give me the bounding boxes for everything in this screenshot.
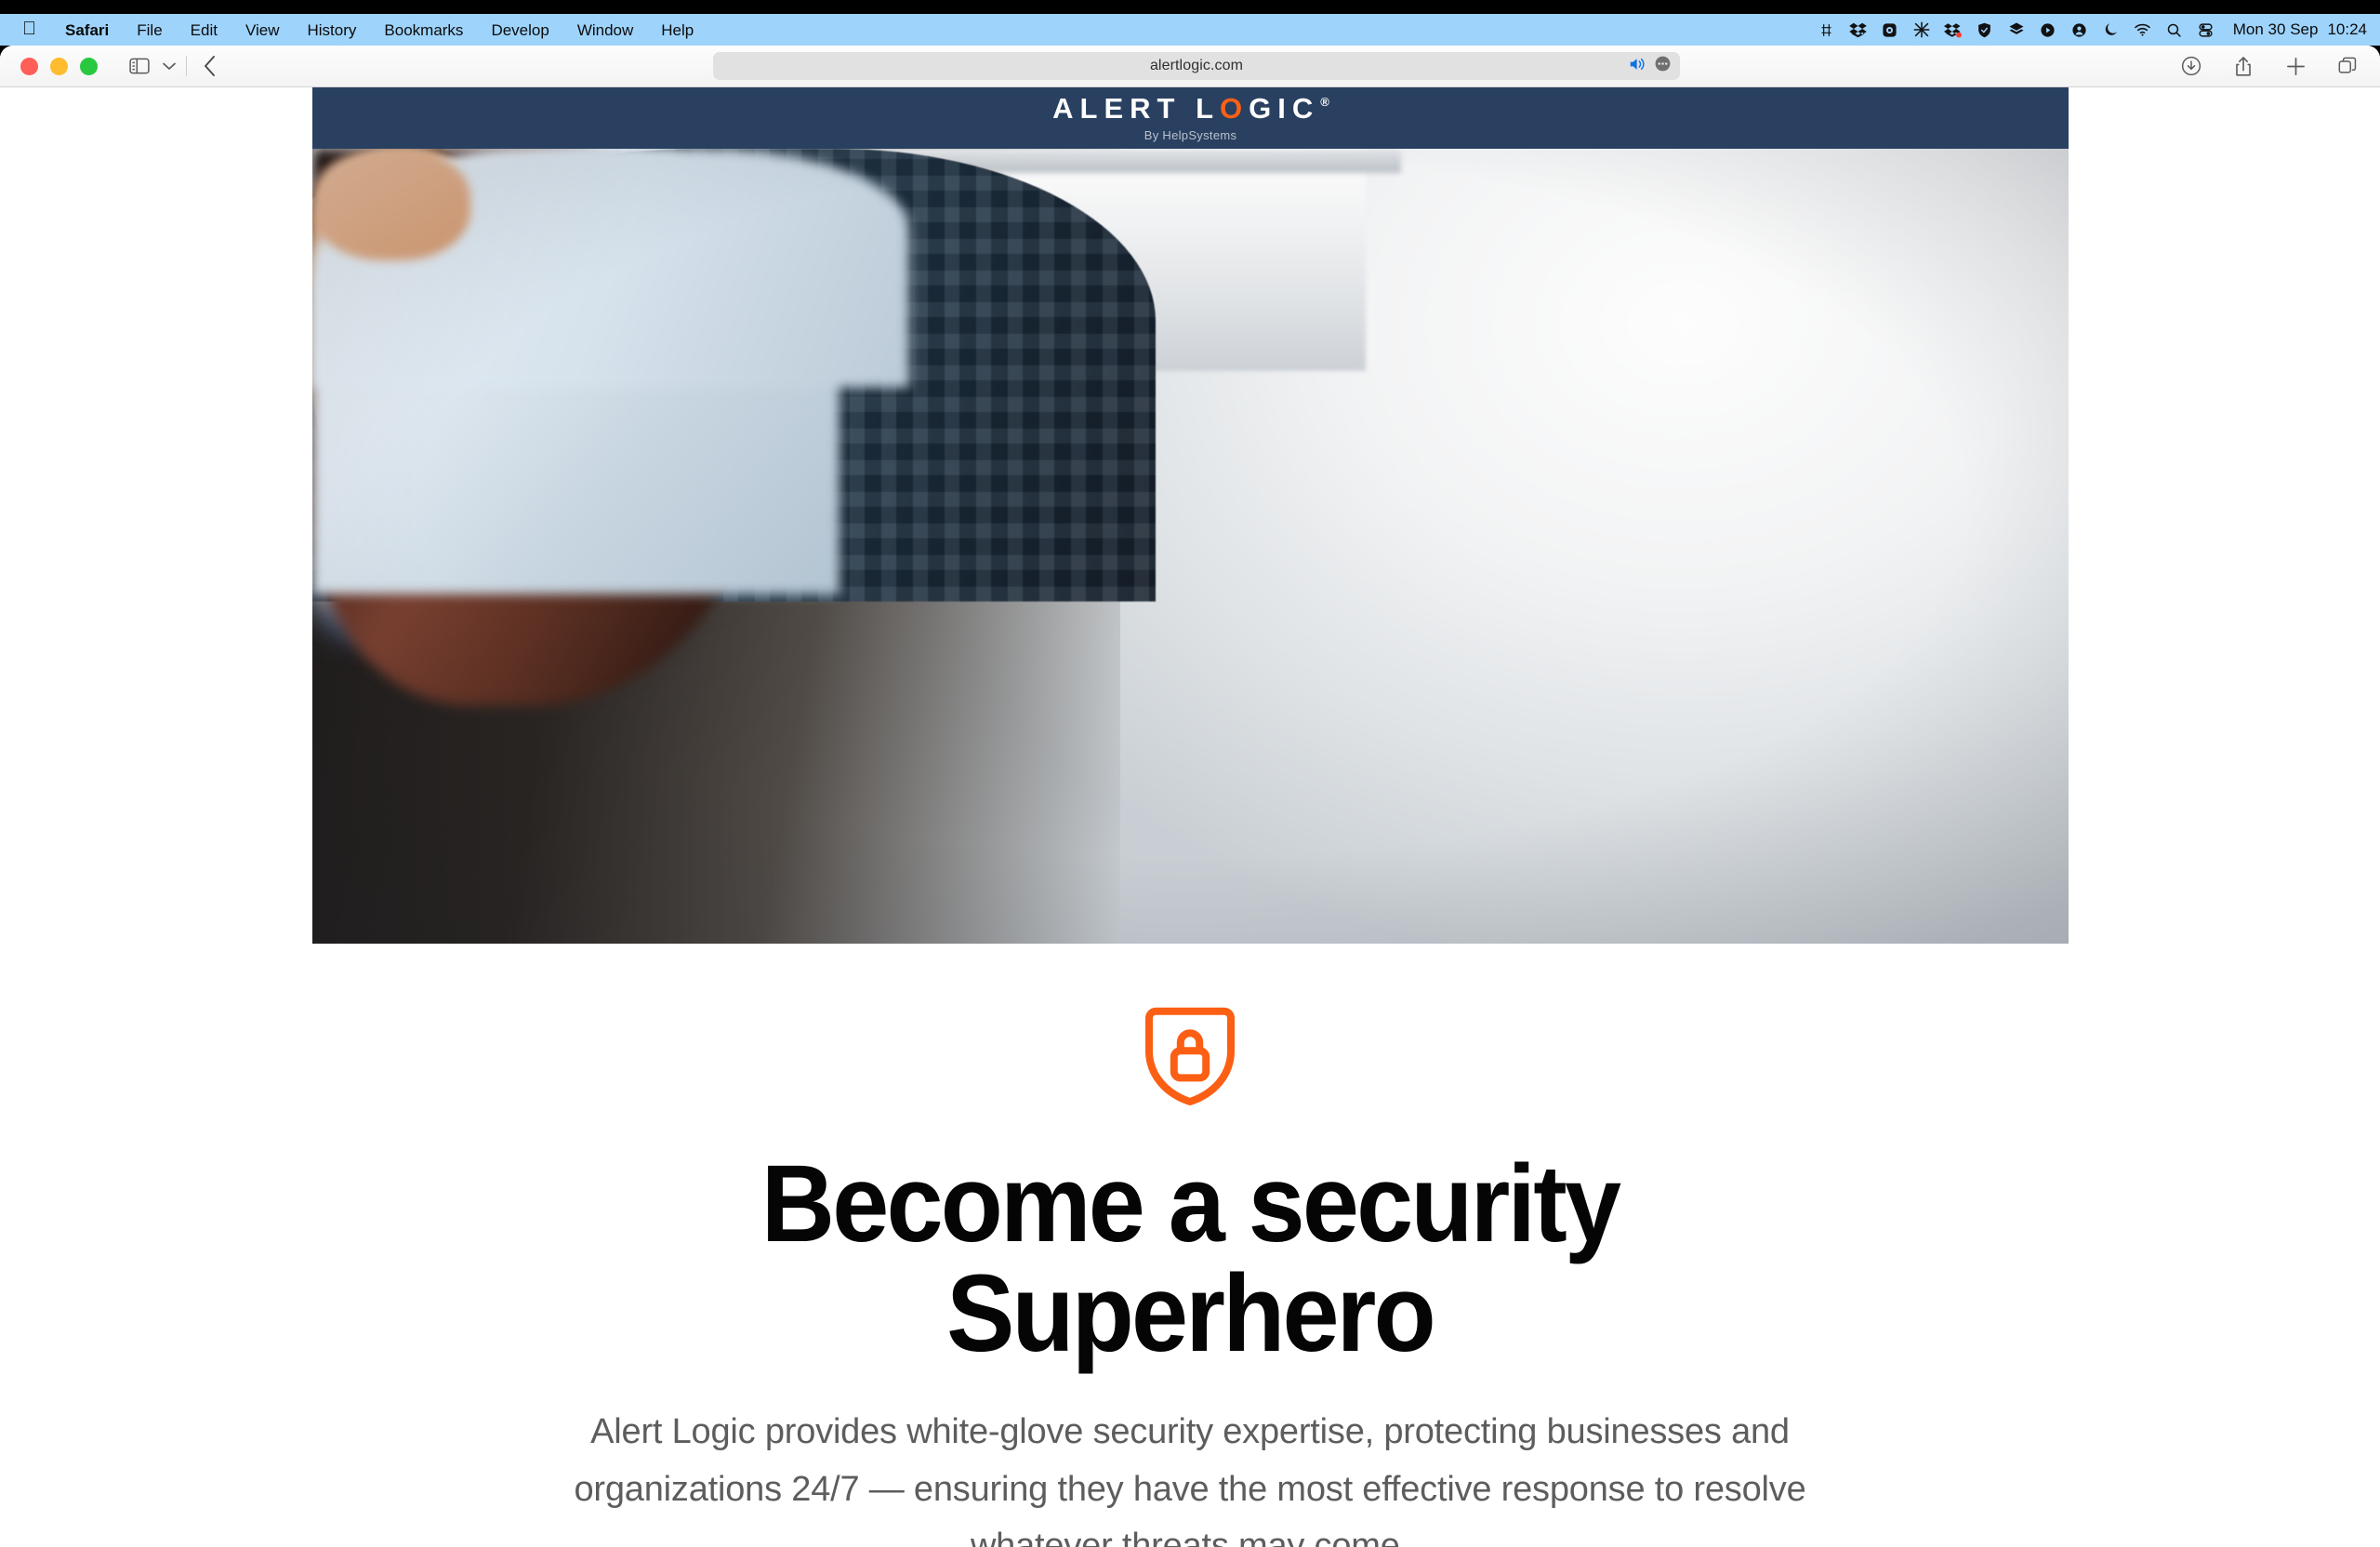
menu-bar-status-items: Mon 30 Sep 10:24 bbox=[1811, 18, 2367, 42]
menu-item-view[interactable]: View bbox=[231, 22, 294, 38]
headline-line-2: Superhero bbox=[946, 1252, 1435, 1375]
site-header: ALERT L O GIC ® By HelpSystems bbox=[312, 87, 2069, 149]
shortcuts-icon[interactable] bbox=[1811, 18, 1843, 42]
spotlight-search-icon[interactable] bbox=[2159, 18, 2190, 42]
close-button[interactable] bbox=[20, 57, 38, 75]
macos-menu-bar:  Safari File Edit View History Bookmark… bbox=[0, 14, 2380, 46]
hero-image bbox=[312, 149, 2069, 944]
toolbar-right-buttons bbox=[2174, 52, 2365, 80]
menu-bar-items:  Safari File Edit View History Bookmark… bbox=[20, 20, 1811, 39]
play-circle-icon[interactable] bbox=[2032, 18, 2064, 42]
subcopy-line-2: organizations 24/7 — ensuring they have … bbox=[574, 1469, 1806, 1509]
hero-subcopy: Alert Logic provides white-glove securit… bbox=[530, 1404, 1850, 1547]
hero-copy-section: Become a security Superhero Alert Logic … bbox=[0, 944, 2380, 1547]
shield-lock-icon bbox=[1142, 1003, 1238, 1114]
safari-window: alertlogic.com ALERT L O GIC ® By HelpSy… bbox=[0, 46, 2380, 1547]
control-center-icon[interactable] bbox=[2190, 18, 2222, 42]
shield-icon-wrapper bbox=[0, 1003, 2380, 1114]
toolbar-divider bbox=[186, 56, 187, 76]
menu-bar-date: Mon 30 Sep bbox=[2232, 20, 2319, 38]
new-tab-icon[interactable] bbox=[2278, 52, 2313, 80]
subcopy-line-1: Alert Logic provides white-glove securit… bbox=[590, 1412, 1790, 1451]
share-icon[interactable] bbox=[2226, 52, 2261, 80]
address-bar[interactable]: alertlogic.com bbox=[713, 52, 1680, 80]
menu-item-develop[interactable]: Develop bbox=[477, 22, 562, 38]
headline-line-1: Become a security bbox=[760, 1143, 1621, 1265]
web-page: ALERT L O GIC ® By HelpSystems Become a … bbox=[0, 87, 2380, 1547]
moon-dnd-icon[interactable] bbox=[2096, 18, 2127, 42]
screen:  Safari File Edit View History Bookmark… bbox=[0, 0, 2380, 1547]
logo-word-alert: ALERT bbox=[1052, 92, 1182, 125]
address-bar-container: alertlogic.com bbox=[227, 52, 2166, 80]
asterisk-app-icon[interactable] bbox=[1906, 18, 1937, 42]
safari-toolbar: alertlogic.com bbox=[0, 46, 2380, 87]
menu-item-window[interactable]: Window bbox=[563, 22, 647, 38]
checkmark-shield-icon[interactable] bbox=[1969, 18, 2001, 42]
zoom-button[interactable] bbox=[80, 57, 98, 75]
chevron-down-icon[interactable] bbox=[157, 52, 181, 80]
menu-item-history[interactable]: History bbox=[294, 22, 371, 38]
dropbox-icon[interactable] bbox=[1843, 18, 1874, 42]
menu-item-edit[interactable]: Edit bbox=[177, 22, 231, 38]
downloads-icon[interactable] bbox=[2174, 52, 2209, 80]
minimize-button[interactable] bbox=[50, 57, 68, 75]
back-arrow-icon[interactable] bbox=[192, 52, 227, 80]
wifi-icon[interactable] bbox=[2127, 18, 2159, 42]
menu-item-help[interactable]: Help bbox=[647, 22, 707, 38]
menu-item-safari[interactable]: Safari bbox=[51, 22, 123, 38]
display-notch-strip bbox=[0, 0, 2380, 14]
registered-trademark-symbol: ® bbox=[1320, 95, 1329, 109]
menu-bar-clock[interactable]: Mon 30 Sep 10:24 bbox=[2222, 20, 2367, 39]
url-text: alertlogic.com bbox=[1149, 58, 1244, 73]
logo-letter-l: L bbox=[1196, 92, 1221, 125]
hero-vignette bbox=[312, 149, 2069, 944]
page-settings-icon[interactable] bbox=[1655, 56, 1671, 76]
sidebar-icon[interactable] bbox=[122, 52, 157, 80]
subcopy-line-3: whatever threats may come. bbox=[970, 1527, 1410, 1547]
apple-menu-icon[interactable]:  bbox=[20, 20, 51, 38]
user-circle-icon[interactable] bbox=[2064, 18, 2096, 42]
logo-letter-o-accent: O bbox=[1220, 92, 1250, 125]
menu-item-bookmarks[interactable]: Bookmarks bbox=[370, 22, 477, 38]
alert-logic-logo[interactable]: ALERT L O GIC ® bbox=[1052, 94, 1329, 123]
layers-icon[interactable] bbox=[2001, 18, 2032, 42]
speaker-playing-icon[interactable] bbox=[1629, 57, 1646, 76]
tab-overview-icon[interactable] bbox=[2330, 52, 2365, 80]
dropbox-badge-icon[interactable] bbox=[1937, 18, 1969, 42]
logo-letters-gic: GIC bbox=[1249, 92, 1320, 125]
menu-item-file[interactable]: File bbox=[123, 22, 176, 38]
address-bar-trailing-icons bbox=[1629, 52, 1671, 80]
screen-recorder-icon[interactable] bbox=[1874, 18, 1906, 42]
window-traffic-lights bbox=[20, 57, 98, 75]
menu-bar-time: 10:24 bbox=[2327, 20, 2367, 38]
page-title: Become a security Superhero bbox=[611, 1149, 1769, 1368]
logo-tagline: By HelpSystems bbox=[1144, 128, 1237, 142]
